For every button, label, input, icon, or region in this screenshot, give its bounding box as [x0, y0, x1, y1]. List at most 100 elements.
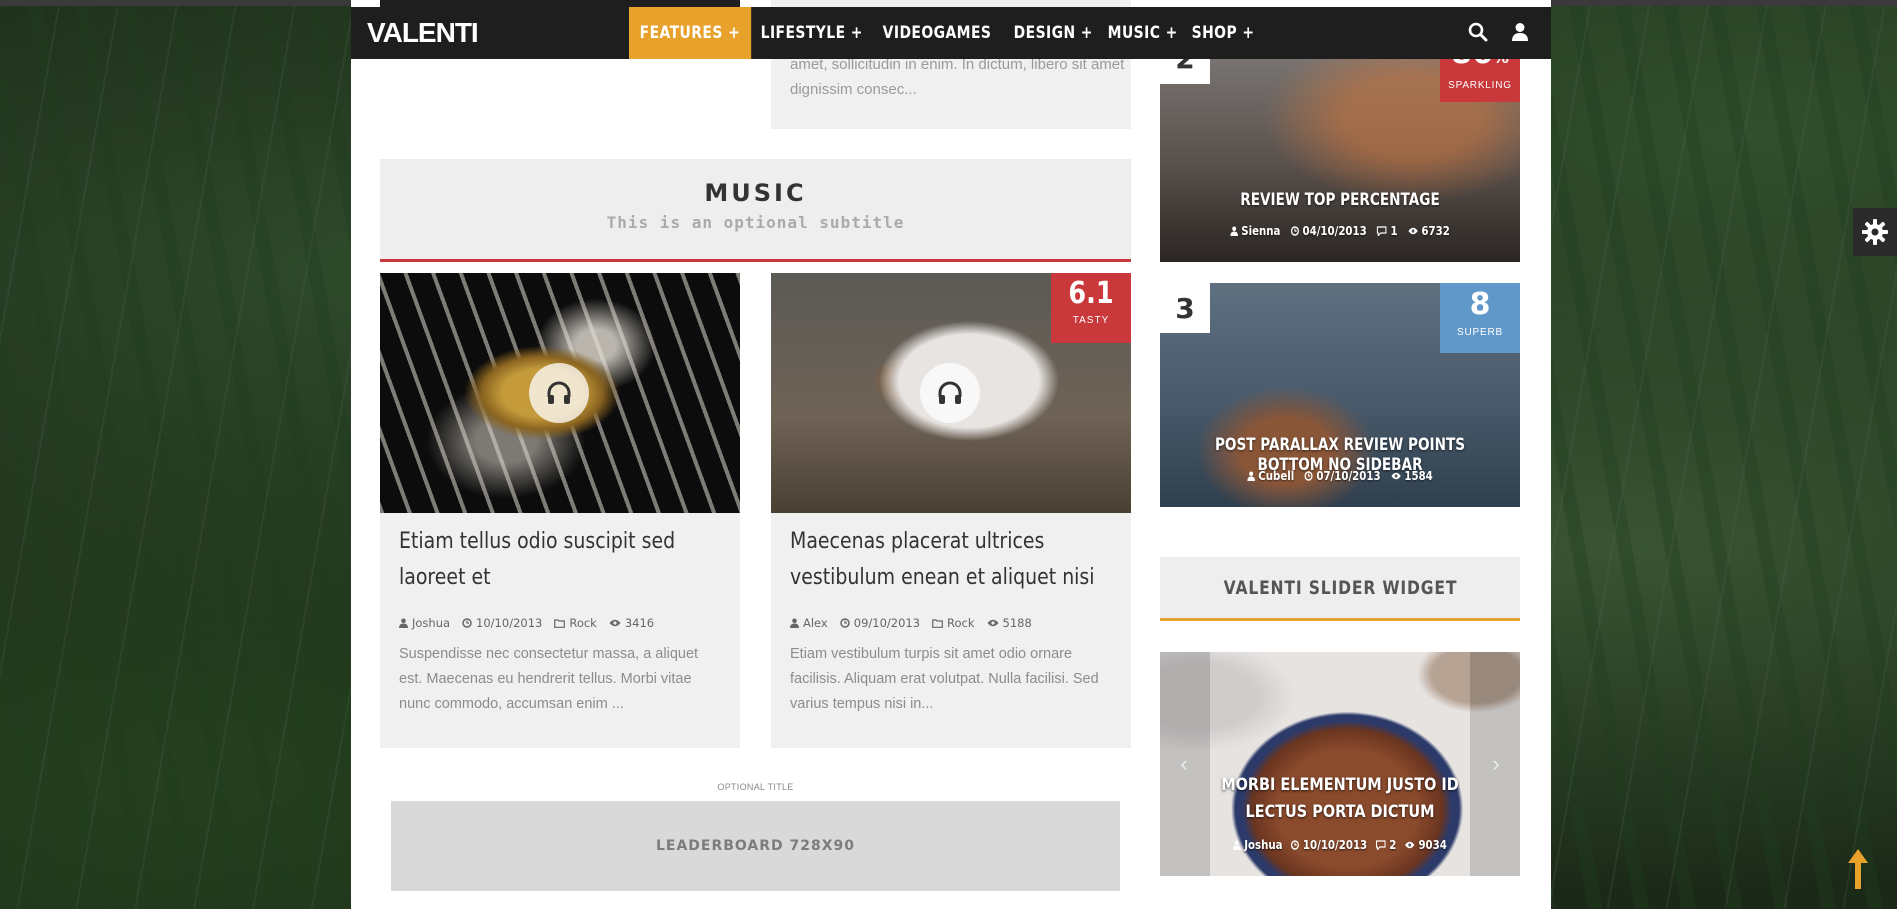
widget-title: VALENTI SLIDER WIDGET	[1223, 576, 1457, 599]
eye-icon	[1391, 472, 1401, 480]
post-excerpt: Etiam vestibulum turpis sit amet odio or…	[790, 646, 1099, 712]
review-score: 6.1	[1068, 276, 1114, 311]
headphones-icon[interactable]	[920, 363, 980, 423]
eye-icon	[987, 619, 999, 627]
clock-icon	[1290, 226, 1299, 236]
review-score-label: TASTY	[1072, 315, 1110, 326]
post-category-name[interactable]: Rock	[947, 616, 975, 630]
post-date-text: 09/10/2013	[853, 616, 921, 630]
post-date: 10/10/2013	[462, 616, 542, 630]
gear-icon	[1862, 219, 1888, 245]
comment-icon	[1377, 226, 1387, 236]
post-date-text: 10/10/2013	[1302, 838, 1368, 852]
post-thumbnail[interactable]	[380, 273, 740, 513]
nav-item-lifestyle[interactable]: LIFESTYLE +	[750, 7, 874, 59]
post-comments[interactable]: 1	[1377, 224, 1398, 238]
post-date: 09/10/2013	[840, 616, 920, 630]
nav-item-design[interactable]: DESIGN +	[1003, 7, 1104, 59]
post-author[interactable]: Joshua	[1233, 838, 1283, 852]
ranked-post-card[interactable]: 3 8 SUPERB POST PARALLAX REVIEW POINTS B…	[1160, 283, 1520, 507]
post-views: 1584	[1391, 469, 1433, 483]
prev-post-excerpt: amet, sollicitudin in enim. In dictum, l…	[790, 56, 1125, 98]
review-score-badge: 8 SUPERB	[1440, 283, 1520, 353]
post-views-count: 6732	[1421, 224, 1450, 238]
eye-icon	[609, 619, 621, 627]
post-category[interactable]: Rock	[554, 616, 597, 630]
post-date: 07/10/2013	[1304, 469, 1381, 483]
post-views: 3416	[609, 616, 654, 630]
post-author-name[interactable]: Joshua	[1244, 838, 1282, 852]
leaderboard-ad[interactable]: LEADERBOARD 728X90	[391, 801, 1120, 891]
post-card: 6.1 TASTY Maecenas placerat ultrices ves…	[771, 273, 1131, 748]
eye-icon	[1408, 227, 1418, 235]
post-title[interactable]: Maecenas placerat ultrices vestibulum en…	[790, 524, 1120, 596]
review-score-badge: 6.1 TASTY	[1051, 273, 1131, 343]
slider-widget-header: VALENTI SLIDER WIDGET	[1160, 557, 1520, 621]
post-author-name[interactable]: Joshua	[412, 616, 450, 630]
post-author[interactable]: Alex	[790, 616, 828, 630]
post-author[interactable]: Joshua	[399, 616, 450, 630]
review-score-label: SPARKLING	[1448, 80, 1512, 91]
post-card: Etiam tellus odio suscipit sed laoreet e…	[380, 273, 740, 748]
clock-icon	[462, 618, 472, 628]
search-icon[interactable]	[1467, 21, 1489, 43]
post-views-count: 3416	[624, 616, 655, 630]
post-author-name[interactable]: Cubell	[1258, 469, 1294, 483]
chevron-right-icon[interactable]: ›	[1486, 751, 1506, 776]
user-icon	[1233, 840, 1241, 850]
post-views-count: 9034	[1418, 838, 1447, 852]
post-category[interactable]: Rock	[932, 616, 975, 630]
post-title[interactable]: Etiam tellus odio suscipit sed laoreet e…	[399, 524, 729, 596]
ranked-post-title[interactable]: REVIEW TOP PERCENTAGE	[1196, 190, 1484, 210]
post-views: 9034	[1405, 838, 1447, 852]
review-score-label: SUPERB	[1457, 327, 1503, 338]
post-views: 6732	[1408, 224, 1450, 238]
section-title: MUSIC	[704, 179, 807, 207]
post-author[interactable]: Cubell	[1247, 469, 1294, 483]
nav-item-features[interactable]: FEATURES +	[629, 7, 751, 59]
post-date-text: 07/10/2013	[1316, 469, 1381, 483]
post-date-text: 04/10/2013	[1302, 224, 1367, 238]
headphones-icon[interactable]	[529, 363, 589, 423]
post-date: 10/10/2013	[1291, 838, 1367, 852]
post-comments[interactable]: 2	[1375, 838, 1396, 852]
folder-icon	[554, 618, 566, 628]
clock-icon	[1304, 471, 1313, 481]
post-category-name[interactable]: Rock	[569, 616, 597, 630]
nav-item-shop[interactable]: SHOP +	[1181, 7, 1265, 59]
review-score: 8	[1469, 287, 1491, 322]
post-comments-count[interactable]: 1	[1391, 224, 1398, 238]
user-icon[interactable]	[1509, 21, 1531, 43]
rank-number: 3	[1160, 283, 1210, 333]
nav-menu: FEATURES + LIFESTYLE + VIDEOGAMES DESIGN…	[629, 7, 1255, 59]
nav-item-videogames[interactable]: VIDEOGAMES	[872, 7, 1002, 59]
main-navbar: VALENTI FEATURES + LIFESTYLE + VIDEOGAME…	[351, 7, 1551, 59]
nav-icons	[1467, 21, 1531, 43]
settings-panel-toggle[interactable]	[1853, 208, 1897, 256]
post-author-name[interactable]: Sienna	[1241, 224, 1280, 238]
user-icon	[399, 618, 408, 628]
site-logo[interactable]: VALENTI	[367, 17, 479, 49]
slide-title[interactable]: MORBI ELEMENTUM JUSTO ID LECTUS PORTA DI…	[1204, 772, 1476, 826]
nav-item-music[interactable]: MUSIC +	[1097, 7, 1188, 59]
ranked-post-card[interactable]: 2 86% SPARKLING REVIEW TOP PERCENTAGE Si…	[1160, 40, 1520, 262]
folder-icon	[932, 618, 943, 628]
back-to-top-button[interactable]	[1845, 846, 1871, 892]
slider-widget[interactable]: ‹ › MORBI ELEMENTUM JUSTO ID LECTUS PORT…	[1160, 652, 1520, 876]
user-icon	[1230, 226, 1238, 236]
chevron-left-icon[interactable]: ‹	[1174, 751, 1194, 776]
ranked-post-meta: Sienna 04/10/2013 1 6732	[1187, 224, 1493, 238]
post-views-count: 5188	[1002, 616, 1032, 630]
post-thumbnail[interactable]: 6.1 TASTY	[771, 273, 1131, 513]
music-section-header: MUSIC This is an optional subtitle	[380, 159, 1131, 262]
user-icon	[1247, 471, 1255, 481]
ad-optional-title: OPTIONAL TITLE	[717, 782, 794, 792]
post-comments-count[interactable]: 2	[1389, 838, 1396, 852]
post-excerpt: Suspendisse nec consectetur massa, a ali…	[399, 646, 699, 712]
post-views: 5188	[987, 616, 1032, 630]
post-author-name[interactable]: Alex	[803, 616, 828, 630]
post-views-count: 1584	[1404, 469, 1433, 483]
post-meta: Alex 09/10/2013 Rock 5188	[790, 616, 1038, 630]
post-author[interactable]: Sienna	[1230, 224, 1280, 238]
clock-icon	[1291, 840, 1300, 850]
